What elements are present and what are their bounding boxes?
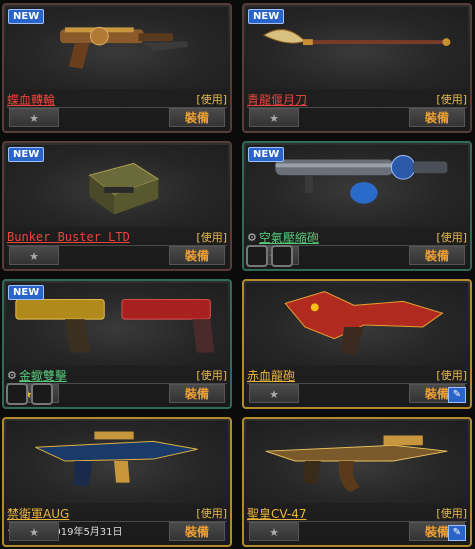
star-icon: ★ xyxy=(269,526,279,539)
item-name-row: 禁衛軍AUG [使用] xyxy=(7,505,227,522)
star-icon: ★ xyxy=(29,526,39,539)
usage-status: [使用] xyxy=(436,369,467,382)
new-badge: NEW xyxy=(248,147,285,162)
item-image xyxy=(6,421,228,503)
ak-rifle-image xyxy=(265,435,448,493)
usage-status: [使用] xyxy=(196,231,227,244)
item-card-4[interactable]: NEW ⚙ 空氣壓縮砲 [使用] ★ 裝備 xyxy=(242,141,472,271)
gear-icon: ⚙ xyxy=(7,368,17,382)
attachment-slots xyxy=(6,383,53,405)
item-image xyxy=(246,283,468,365)
new-badge: NEW xyxy=(8,147,45,162)
item-name-row: ⚙ 空氣壓縮砲 [使用] xyxy=(247,229,467,246)
item-name[interactable]: Bunker Buster LTD xyxy=(7,230,130,244)
favorite-button[interactable]: ★ xyxy=(9,108,59,127)
wrench-icon[interactable]: ✎ xyxy=(448,525,466,541)
item-card-3[interactable]: NEW Bunker Buster LTD [使用] ★ 裝備 xyxy=(2,141,232,271)
item-name[interactable]: 禁衛軍AUG xyxy=(7,505,69,522)
item-image xyxy=(246,421,468,503)
item-card-5[interactable]: NEW ⚙ 金蠍雙擊 [使用] ★C 裝備 xyxy=(2,279,232,409)
equip-button[interactable]: 裝備 xyxy=(169,522,225,541)
star-icon: ★ xyxy=(29,250,39,263)
star-icon: ★ xyxy=(269,112,279,125)
new-badge: NEW xyxy=(8,9,45,24)
equip-button[interactable]: 裝備 xyxy=(409,108,465,127)
item-name[interactable]: 聖皇CV-47 xyxy=(247,505,307,522)
usage-status: [使用] xyxy=(436,231,467,244)
attachment-slot-icon[interactable] xyxy=(31,383,53,405)
item-name-row: 蝶血轉輪 [使用] xyxy=(7,91,227,108)
favorite-button[interactable]: ★ xyxy=(249,384,299,403)
favorite-button[interactable]: ★ xyxy=(249,108,299,127)
usage-status: [使用] xyxy=(196,507,227,520)
new-badge: NEW xyxy=(8,285,45,300)
item-card-6[interactable]: ✎ 赤血龍砲 [使用] ★ 裝備 xyxy=(242,279,472,409)
equip-button[interactable]: 裝備 xyxy=(409,246,465,265)
item-name-row: 青龍偃月刀 [使用] xyxy=(247,91,467,108)
favorite-button[interactable]: ★ xyxy=(9,522,59,541)
item-name-row: ⚙ 金蠍雙擊 [使用] xyxy=(7,367,227,384)
usage-status: [使用] xyxy=(196,93,227,106)
item-card-2[interactable]: NEW 青龍偃月刀 [使用] ★ 裝備 xyxy=(242,3,472,133)
item-name[interactable]: 金蠍雙擊 xyxy=(19,367,67,384)
attachment-slot-icon[interactable] xyxy=(271,245,293,267)
attachment-slots xyxy=(246,245,293,267)
item-name-row: 聖皇CV-47 [使用] xyxy=(247,505,467,522)
star-icon: ★ xyxy=(29,112,39,125)
dragon-cannon-image xyxy=(284,291,444,355)
star-icon: ★ xyxy=(269,388,279,401)
item-name-row: 赤血龍砲 [使用] xyxy=(247,367,467,384)
item-name[interactable]: 空氣壓縮砲 xyxy=(259,229,319,246)
attachment-slot-icon[interactable] xyxy=(6,383,28,405)
equip-button[interactable]: 裝備 xyxy=(169,246,225,265)
wrench-icon[interactable]: ✎ xyxy=(448,387,466,403)
item-name[interactable]: 赤血龍砲 xyxy=(247,367,295,384)
aug-rifle-image xyxy=(35,431,198,487)
item-name[interactable]: 蝶血轉輪 xyxy=(7,91,55,108)
attachment-slot-icon[interactable] xyxy=(246,245,268,267)
item-card-8[interactable]: ✎ 聖皇CV-47 [使用] ★ 裝備 xyxy=(242,417,472,547)
usage-status: [使用] xyxy=(196,369,227,382)
item-card-1[interactable]: NEW 蝶血轉輪 [使用] ★ 裝備 xyxy=(2,3,232,133)
equip-button[interactable]: 裝備 xyxy=(169,108,225,127)
usage-status: [使用] xyxy=(436,507,467,520)
item-name[interactable]: 青龍偃月刀 xyxy=(247,91,307,108)
favorite-button[interactable]: ★ xyxy=(9,246,59,265)
new-badge: NEW xyxy=(248,9,285,24)
item-name-row: Bunker Buster LTD [使用] xyxy=(7,229,227,246)
equip-button[interactable]: 裝備 xyxy=(169,384,225,403)
favorite-button[interactable]: ★ xyxy=(249,522,299,541)
item-card-7[interactable]: 禁衛軍AUG [使用] 使用期限2019年5月31日 ★ 裝備 xyxy=(2,417,232,547)
gear-icon: ⚙ xyxy=(247,230,257,244)
usage-status: [使用] xyxy=(436,93,467,106)
